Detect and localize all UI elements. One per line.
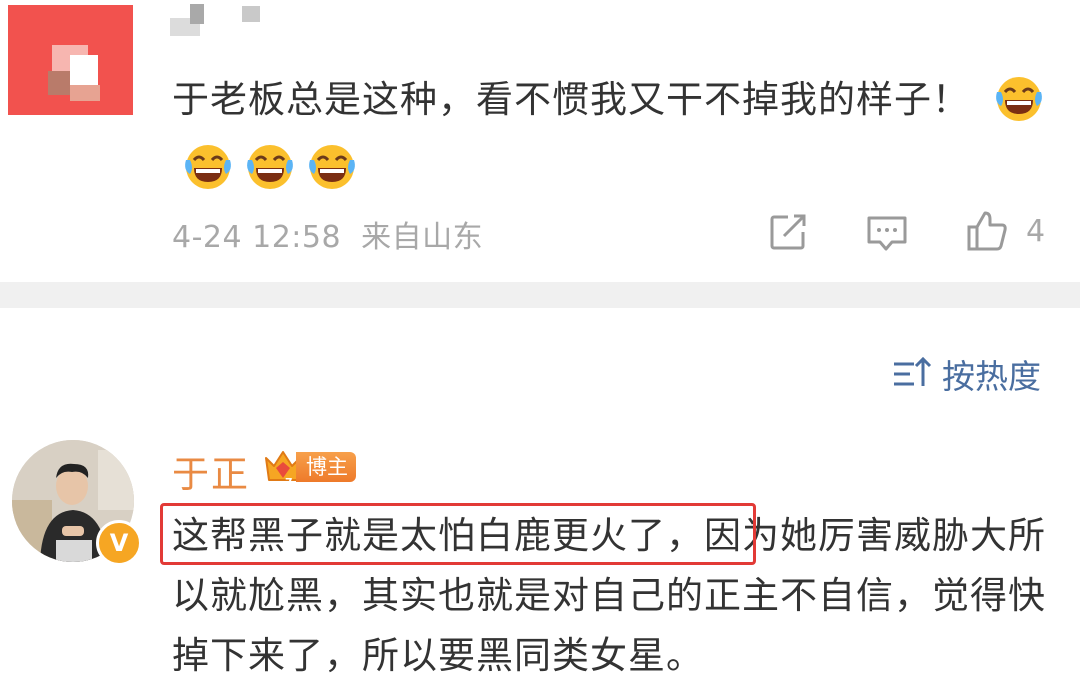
comment-location: 来自山东 bbox=[361, 220, 484, 255]
share-icon[interactable] bbox=[768, 212, 808, 252]
like-count: 4 bbox=[1026, 214, 1046, 249]
crown-level-number: 7 bbox=[285, 476, 293, 488]
pixelated-username[interactable] bbox=[170, 0, 270, 36]
laughing-tears-emoji-icon bbox=[309, 144, 355, 189]
comment-icon[interactable] bbox=[866, 214, 908, 254]
pixelated-avatar[interactable] bbox=[8, 5, 133, 115]
comment-meta: 4-24 12:58 来自山东 bbox=[172, 212, 483, 256]
sort-icon[interactable] bbox=[892, 354, 932, 390]
author-name[interactable]: 于正 bbox=[172, 444, 250, 498]
thumbs-up-icon[interactable] bbox=[965, 209, 1009, 253]
verified-badge-icon: V bbox=[96, 520, 142, 566]
comment-time: 4-24 12:58 bbox=[172, 220, 342, 255]
highlight-box bbox=[160, 503, 756, 565]
blogger-badge: 博主 bbox=[296, 452, 356, 482]
comment-body: 于老板总是这种，看不惯我又干不掉我的样子！ bbox=[172, 78, 970, 121]
laughing-tears-emoji-icon bbox=[247, 144, 293, 189]
sort-by-hot-button[interactable]: 按热度 bbox=[942, 350, 1041, 398]
comment-text: 于老板总是这种，看不惯我又干不掉我的样子！ bbox=[172, 66, 1052, 202]
laughing-tears-emoji-icon bbox=[995, 76, 1042, 121]
section-divider bbox=[0, 282, 1080, 308]
laughing-tears-emoji-icon bbox=[185, 144, 231, 189]
